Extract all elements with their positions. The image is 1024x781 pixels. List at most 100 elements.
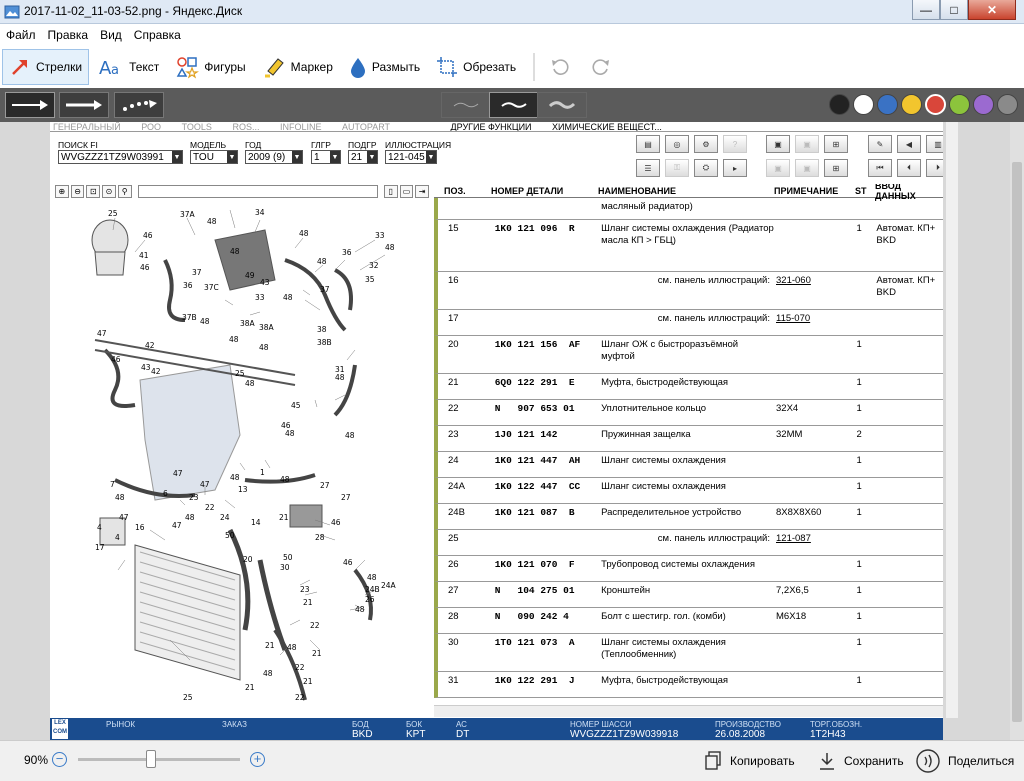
- dropdown-arrow-icon[interactable]: ▼: [426, 151, 436, 163]
- table-view-icon[interactable]: ▭: [399, 184, 414, 198]
- zoom-in-icon[interactable]: ⊕: [55, 184, 69, 198]
- color-blue-swatch[interactable]: [877, 94, 898, 115]
- table-row[interactable]: масляный радиатор): [434, 198, 943, 220]
- dropdown-arrow-icon[interactable]: ▼: [330, 151, 340, 163]
- table-row[interactable]: 25 см. панель иллюстраций: 121-087: [434, 530, 943, 556]
- catalog-help-button[interactable]: ?: [723, 135, 747, 153]
- zoom-out-button[interactable]: −: [52, 752, 67, 767]
- redo-button[interactable]: [584, 49, 623, 85]
- save-button[interactable]: Сохранить: [818, 750, 904, 772]
- table-row[interactable]: 20 1K0 121 156 AF Шланг ОЖ с быстроразъёмн…: [434, 336, 943, 374]
- menu-file[interactable]: Файл: [6, 28, 36, 42]
- color-red-swatch[interactable]: [925, 94, 946, 115]
- line-width-medium-button[interactable]: [489, 92, 539, 118]
- table-row[interactable]: 24 1K0 121 447 AH Шланг системы охлаждения…: [434, 452, 943, 478]
- catalog-key-button[interactable]: ⚿: [665, 159, 689, 177]
- text-tool[interactable]: Aa Текст: [91, 49, 166, 85]
- dropdown-arrow-icon[interactable]: ▼: [367, 151, 377, 163]
- zoom-slider-handle[interactable]: [146, 750, 157, 768]
- arrows-tool[interactable]: Стрелки: [2, 49, 90, 85]
- catalog-nextpage-button[interactable]: ⏵: [926, 159, 943, 177]
- catalog-elsa-button[interactable]: ▣: [766, 135, 790, 153]
- catalog-first-button[interactable]: ⏮: [868, 159, 892, 177]
- color-yellow-swatch[interactable]: [901, 94, 922, 115]
- menu-view[interactable]: Вид: [100, 28, 122, 42]
- table-row[interactable]: 17 см. панель иллюстраций: 115-070: [434, 310, 943, 336]
- table-row[interactable]: 28 N 090 242 4 Болт с шестигр. гол. (комби…: [434, 608, 943, 634]
- catalog-cart-button[interactable]: ⊞: [824, 135, 848, 153]
- maximize-button[interactable]: □: [940, 0, 968, 20]
- document-scrollbar[interactable]: [946, 122, 958, 718]
- arrow-style-dotted-button[interactable]: [114, 92, 164, 118]
- table-row[interactable]: 15 1K0 121 096 R Шланг системы охлаждения …: [434, 220, 943, 272]
- color-gray-swatch[interactable]: [997, 94, 1018, 115]
- canvas-vertical-scrollbar[interactable]: [1010, 122, 1024, 740]
- table-row[interactable]: 21 6Q0 122 291 E Муфта, быстродействующая 1: [434, 374, 943, 400]
- zoom-out-icon[interactable]: ⊖: [70, 184, 85, 198]
- catalog-stock-button[interactable]: ▣: [795, 159, 819, 177]
- dropdown-arrow-icon[interactable]: ▼: [292, 151, 302, 163]
- catalog-order-button[interactable]: ⊞: [824, 159, 848, 177]
- svg-text:6: 6: [163, 489, 168, 498]
- blur-tool[interactable]: Размыть: [342, 49, 427, 85]
- split-view-icon[interactable]: ▯: [383, 184, 398, 198]
- catalog-car-button[interactable]: ⛭: [694, 159, 718, 177]
- catalog-print-button[interactable]: ▤: [636, 135, 660, 153]
- crop-tool[interactable]: Обрезать: [429, 49, 523, 85]
- dropdown-arrow-icon[interactable]: ▼: [172, 151, 182, 163]
- arrow-style-thick-button[interactable]: [59, 92, 109, 118]
- color-purple-swatch[interactable]: [973, 94, 994, 115]
- line-width-thick-button[interactable]: [537, 92, 587, 118]
- catalog-list-button[interactable]: ☰: [636, 159, 660, 177]
- dropdown-arrow-icon[interactable]: ▼: [227, 151, 237, 163]
- color-black-swatch[interactable]: [829, 94, 850, 115]
- marker-tool[interactable]: Маркер: [255, 49, 340, 85]
- table-row[interactable]: 31 1K0 122 291 J Муфта, быстродействующая 1: [434, 672, 943, 698]
- arrow-style-thin-button[interactable]: [5, 92, 55, 118]
- catalog-prev-button[interactable]: ⏴: [897, 159, 921, 177]
- table-row[interactable]: 16 см. панель иллюстраций: 321-060 Автомат.…: [434, 272, 943, 310]
- catalog-pin-button[interactable]: ✎: [868, 135, 892, 153]
- table-horizontal-scrollbar[interactable]: [434, 705, 943, 717]
- svg-text:23: 23: [300, 585, 310, 594]
- color-white-swatch[interactable]: [853, 94, 874, 115]
- menu-edit[interactable]: Правка: [48, 28, 89, 42]
- table-row[interactable]: 24A 1K0 122 447 CC Шланг системы охлаждени…: [434, 478, 943, 504]
- catalog-next-button[interactable]: ▸: [723, 159, 747, 177]
- table-row[interactable]: 22 N 907 653 01 Уплотнительное кольцо 32X4 1: [434, 400, 943, 426]
- share-button[interactable]: Поделиться: [916, 749, 1014, 773]
- table-row[interactable]: 27 N 104 275 01 Кронштейн 7,2X6,5 1: [434, 582, 943, 608]
- table-row[interactable]: 23 1J0 121 142 Пружинная защелка 32MM 2: [434, 426, 943, 452]
- menu-help[interactable]: Справка: [134, 28, 181, 42]
- row-part-number: 1K0 122 447 CC: [494, 481, 581, 492]
- scrollbar-thumb[interactable]: [1012, 162, 1022, 722]
- table-row[interactable]: 30 1T0 121 073 A Шланг системы охлаждения …: [434, 634, 943, 672]
- copy-button[interactable]: Копировать: [704, 750, 795, 772]
- catalog-disk-button[interactable]: ◎: [665, 135, 689, 153]
- row-name: Трубопровод системы охлаждения: [601, 559, 755, 570]
- catalog-back-button[interactable]: ◀: [897, 135, 921, 153]
- diagram-search-input[interactable]: [137, 184, 378, 198]
- svg-text:37: 37: [320, 285, 330, 294]
- catalog-engine-button[interactable]: ⚙: [694, 135, 718, 153]
- zoom-in-button[interactable]: +: [250, 752, 265, 767]
- line-width-thin-button[interactable]: [441, 92, 491, 118]
- row-part-number: N 104 275 01: [494, 585, 575, 596]
- expand-icon[interactable]: ⇥: [415, 184, 430, 198]
- undo-button[interactable]: [543, 49, 582, 85]
- table-row[interactable]: 26 1K0 121 070 F Трубопровод системы охлаж…: [434, 556, 943, 582]
- table-row[interactable]: 24B 1K0 121 087 B Распределительное устрой…: [434, 504, 943, 530]
- parts-diagram[interactable]: 25464146 37A483448 49484836 33483532 374…: [55, 200, 431, 718]
- catalog-book-button[interactable]: ▥: [926, 135, 943, 153]
- zoom-slider[interactable]: [78, 750, 240, 768]
- close-button[interactable]: ✕: [968, 0, 1016, 20]
- shapes-tool[interactable]: Фигуры: [168, 49, 252, 85]
- catalog-copy-button[interactable]: ▣: [766, 159, 790, 177]
- color-green-swatch[interactable]: [949, 94, 970, 115]
- catalog-erwin-button[interactable]: ▣: [795, 135, 819, 153]
- search-icon[interactable]: ⚲: [117, 184, 132, 198]
- zoom-reset-icon[interactable]: ⊙: [102, 184, 116, 198]
- minimize-button[interactable]: —: [912, 0, 940, 20]
- row-position: 26: [448, 559, 459, 570]
- zoom-fit-icon[interactable]: ⊡: [86, 184, 101, 198]
